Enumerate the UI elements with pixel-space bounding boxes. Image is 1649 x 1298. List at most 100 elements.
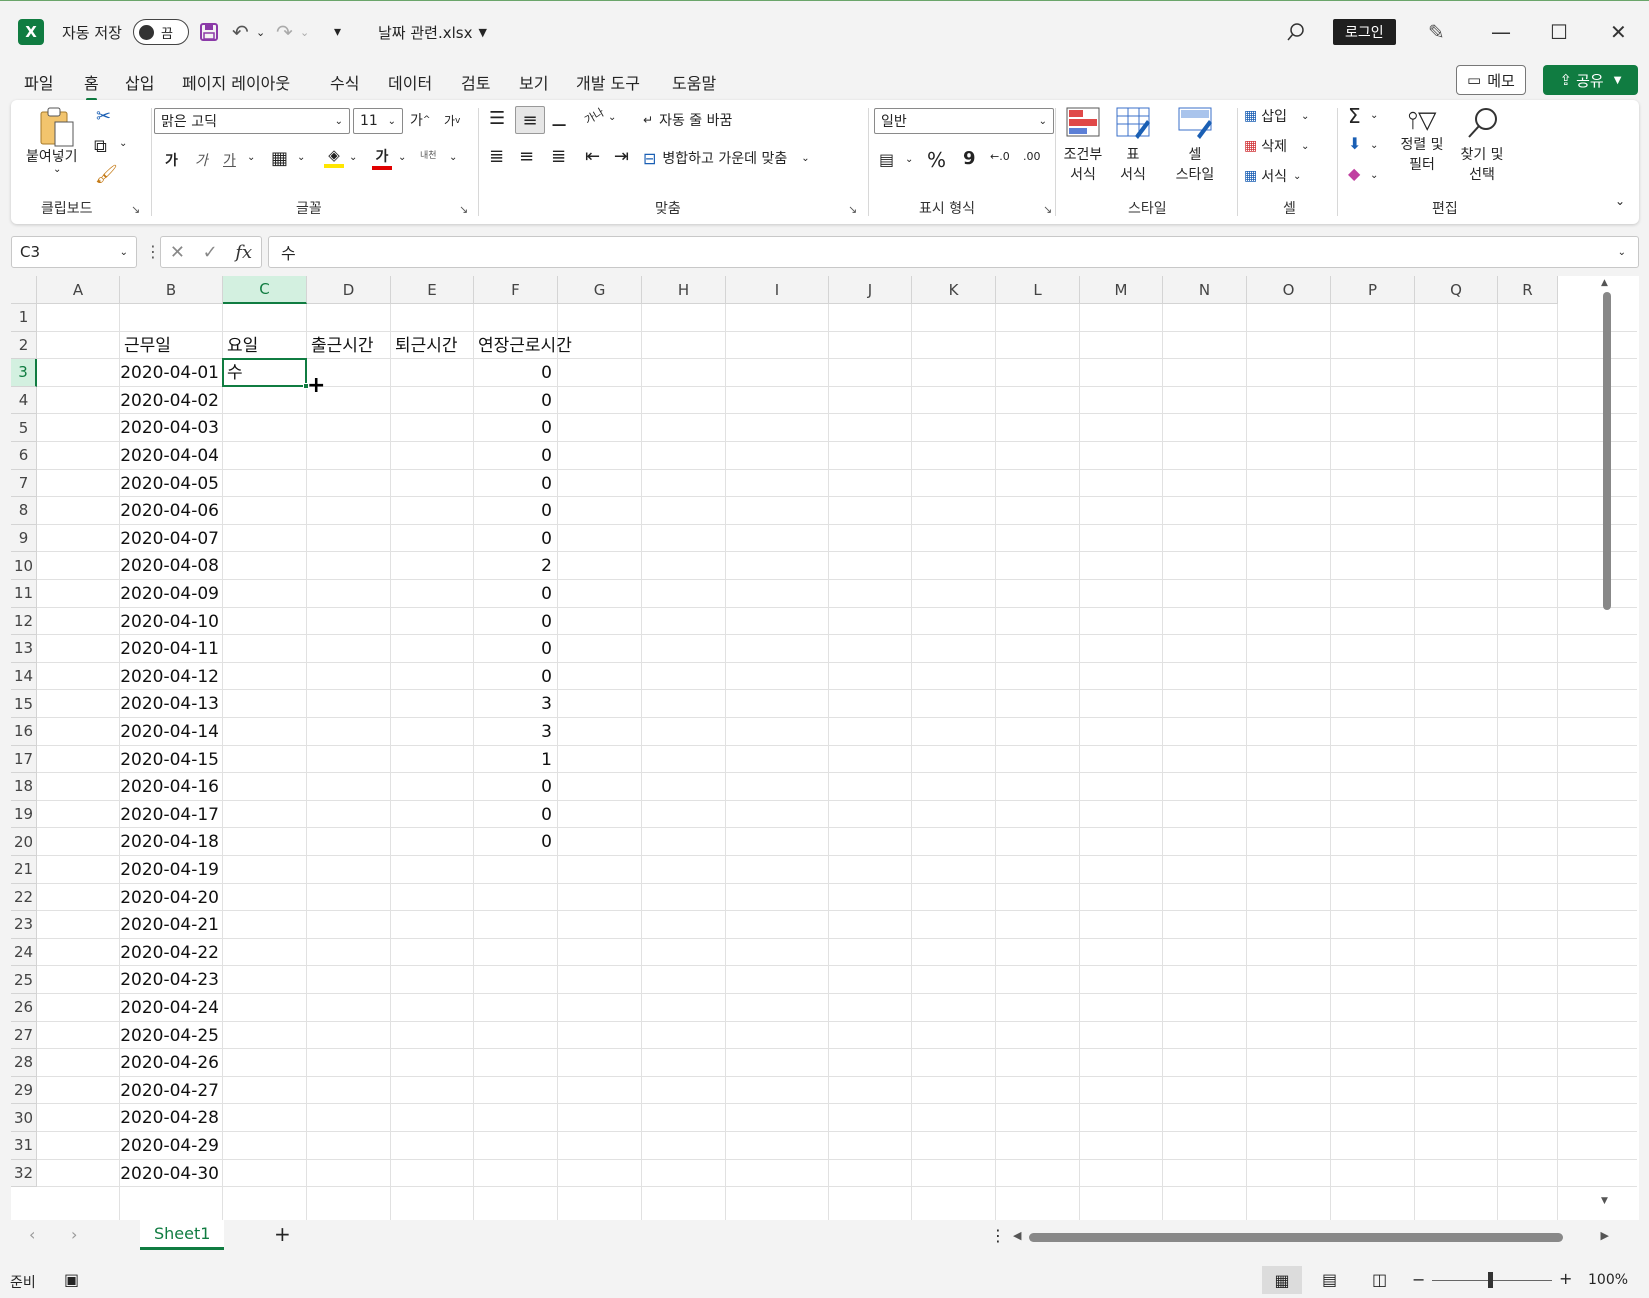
row-header-8[interactable]: 8 [11, 497, 37, 525]
cell-b24[interactable]: 2020-04-22 [120, 939, 219, 967]
header-cell-e2[interactable]: 퇴근시간 [395, 332, 458, 360]
zoom-slider-thumb[interactable] [1488, 1272, 1493, 1288]
tab-review[interactable]: 검토 [461, 70, 490, 94]
orientation-icon[interactable]: 가나 [582, 106, 606, 127]
number-format-combo[interactable]: 일반 ⌄ [874, 108, 1054, 134]
row-header-32[interactable]: 32 [11, 1159, 37, 1188]
add-sheet-button[interactable]: + [274, 1222, 291, 1246]
redo-icon[interactable]: ↷ [276, 15, 293, 49]
column-header-l[interactable]: L [996, 276, 1080, 304]
tab-page-layout[interactable]: 페이지 레이아웃 [182, 70, 290, 94]
cell-b13[interactable]: 2020-04-11 [120, 635, 219, 663]
align-right-icon[interactable]: ≣ [551, 146, 566, 167]
cell-b8[interactable]: 2020-04-06 [120, 497, 219, 525]
undo-dropdown-icon[interactable]: ⌄ [256, 15, 265, 49]
cell-f19[interactable]: 0 [474, 801, 552, 829]
cell-f7[interactable]: 0 [474, 470, 552, 498]
row-header-12[interactable]: 12 [11, 607, 37, 636]
increase-indent-icon[interactable]: ⇥ [614, 146, 629, 167]
select-all-corner[interactable] [11, 276, 37, 304]
column-header-d[interactable]: D [307, 276, 391, 304]
dialog-launcher-icon[interactable]: ↘ [131, 203, 140, 216]
row-header-29[interactable]: 29 [11, 1076, 37, 1105]
row-header-2[interactable]: 2 [11, 331, 37, 360]
tab-data[interactable]: 데이터 [388, 70, 432, 94]
column-header-b[interactable]: B [120, 276, 223, 304]
chevron-down-icon[interactable]: ⌄ [608, 112, 616, 123]
column-header-g[interactable]: G [558, 276, 642, 304]
insert-function-icon[interactable]: fx [235, 242, 252, 263]
spreadsheet-grid[interactable]: A B C D E F G H I J K L M N O P Q R 1 2 3 2020-04-01 수 0 4 2020-0… [11, 276, 1639, 1220]
cell-b18[interactable]: 2020-04-16 [120, 773, 219, 801]
row-header-23[interactable]: 23 [11, 911, 37, 939]
row-header-4[interactable]: 4 [11, 386, 37, 415]
row-header-14[interactable]: 14 [11, 662, 37, 691]
wrap-text-button[interactable]: ↵ 자동 줄 바꿈 [643, 110, 732, 130]
cell-f16[interactable]: 3 [474, 718, 552, 746]
row-header-7[interactable]: 7 [11, 469, 37, 498]
row-header-25[interactable]: 25 [11, 966, 37, 994]
row-header-16[interactable]: 16 [11, 718, 37, 746]
cell-b28[interactable]: 2020-04-26 [120, 1049, 219, 1077]
cell-f5[interactable]: 0 [474, 414, 552, 442]
cell-f10[interactable]: 2 [474, 552, 552, 580]
grow-font-button[interactable]: 가 ^ [410, 110, 430, 130]
format-as-table-button[interactable]: 표 서식 [1112, 106, 1154, 184]
row-header-30[interactable]: 30 [11, 1104, 37, 1132]
cell-styles-button[interactable]: 셀 스타일 [1166, 106, 1224, 184]
underline-button[interactable]: 가 [223, 150, 236, 170]
shrink-font-button[interactable]: 가v [444, 112, 460, 129]
chevron-down-icon[interactable]: ⌄ [905, 154, 913, 165]
row-header-28[interactable]: 28 [11, 1049, 37, 1077]
format-cells-button[interactable]: ▦ 서식 ⌄ [1244, 166, 1301, 186]
cell-f15[interactable]: 3 [474, 690, 552, 718]
cell-f12[interactable]: 0 [474, 608, 552, 636]
cell-b26[interactable]: 2020-04-24 [120, 994, 219, 1022]
column-header-q[interactable]: Q [1415, 276, 1498, 304]
cell-b22[interactable]: 2020-04-20 [120, 884, 219, 912]
cell-b11[interactable]: 2020-04-09 [120, 580, 219, 608]
row-header-5[interactable]: 5 [11, 414, 37, 442]
row-header-26[interactable]: 26 [11, 994, 37, 1022]
row-header-20[interactable]: 20 [11, 828, 37, 856]
scroll-left-icon[interactable]: ◀ [1013, 1229, 1021, 1242]
more-sheets-icon[interactable]: ⋮ [990, 1226, 1006, 1245]
collapse-ribbon-icon[interactable]: ⌄ [1615, 194, 1625, 208]
column-header-i[interactable]: I [726, 276, 829, 304]
file-name[interactable]: 날짜 관련.xlsx ▼ [378, 15, 487, 49]
cell-b4[interactable]: 2020-04-02 [120, 387, 219, 415]
cell-b29[interactable]: 2020-04-27 [120, 1077, 219, 1105]
column-header-j[interactable]: J [829, 276, 912, 304]
row-header-11[interactable]: 11 [11, 580, 37, 608]
align-middle-icon[interactable]: ≡ [515, 106, 545, 134]
zoom-in-button[interactable]: + [1559, 1269, 1572, 1288]
autosum-button[interactable]: Σ [1348, 104, 1361, 128]
increase-decimal-button[interactable]: ←.0 [990, 150, 1010, 163]
cell-b25[interactable]: 2020-04-23 [120, 966, 219, 994]
cell-f11[interactable]: 0 [474, 580, 552, 608]
more-options-icon[interactable]: ⋮ [145, 242, 161, 261]
column-header-k[interactable]: K [912, 276, 996, 304]
cell-b12[interactable]: 2020-04-10 [120, 608, 219, 636]
font-color-button[interactable]: 가 [372, 146, 392, 170]
decrease-decimal-button[interactable]: .00 [1023, 150, 1041, 163]
horizontal-scroll-thumb[interactable] [1029, 1233, 1563, 1242]
border-icon[interactable]: ▦ [271, 148, 288, 169]
cell-f8[interactable]: 0 [474, 497, 552, 525]
row-header-6[interactable]: 6 [11, 442, 37, 470]
column-header-m[interactable]: M [1080, 276, 1163, 304]
cell-b20[interactable]: 2020-04-18 [120, 828, 219, 856]
sheet-tab-sheet1[interactable]: Sheet1 [140, 1220, 225, 1250]
chevron-down-icon[interactable]: ⌄ [349, 152, 357, 163]
zoom-level[interactable]: 100% [1588, 1272, 1628, 1288]
row-header-27[interactable]: 27 [11, 1021, 37, 1050]
header-cell-f2[interactable]: 연장근로시간 [478, 332, 572, 360]
cell-f4[interactable]: 0 [474, 387, 552, 415]
format-painter-icon[interactable]: 🖌 [95, 164, 118, 185]
tab-file[interactable]: 파일 [24, 70, 53, 94]
tab-insert[interactable]: 삽입 [125, 70, 154, 94]
cell-b6[interactable]: 2020-04-04 [120, 442, 219, 470]
cell-b7[interactable]: 2020-04-05 [120, 470, 219, 498]
accessibility-icon[interactable]: ▣ [64, 1270, 79, 1289]
chevron-down-icon[interactable]: ⌄ [1370, 140, 1378, 151]
